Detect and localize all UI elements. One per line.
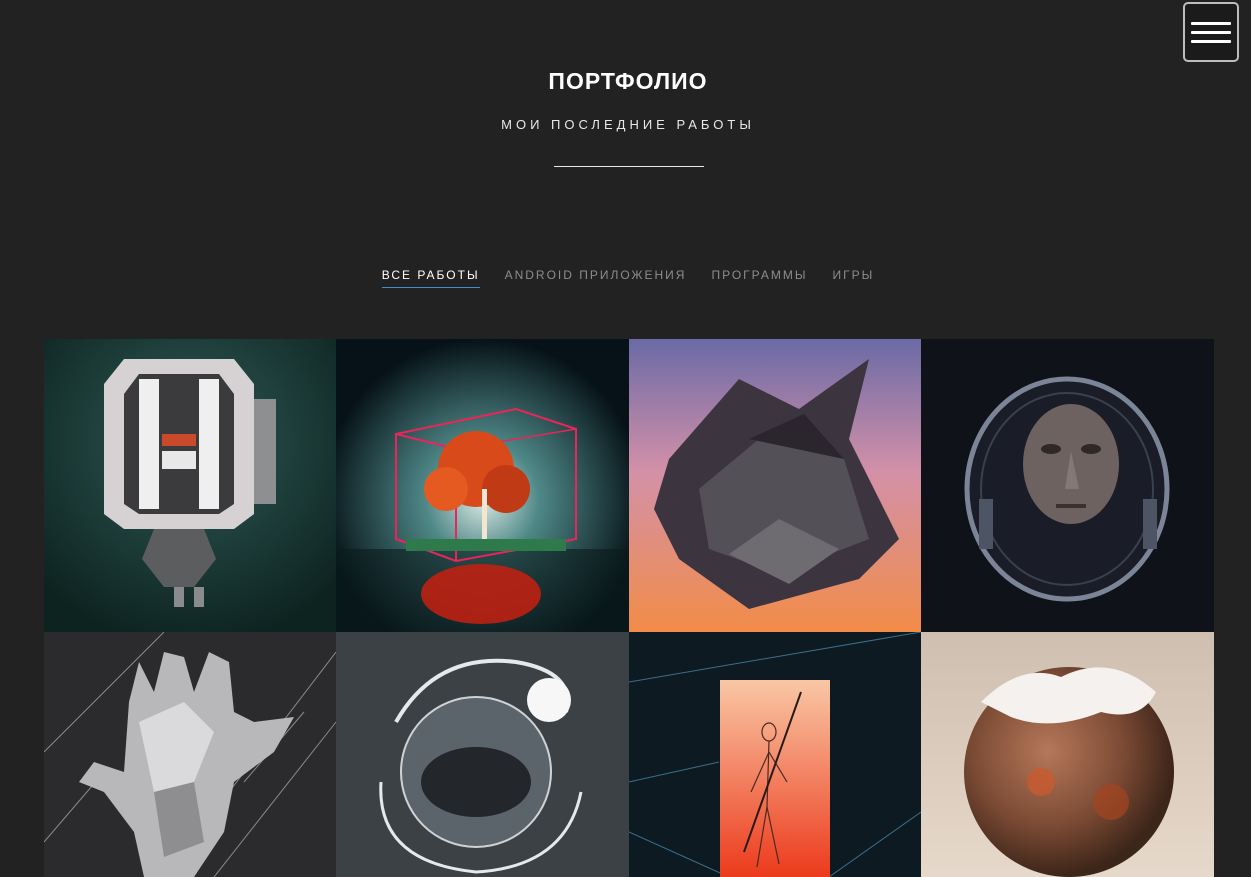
- portfolio-filters: ВСЕ РАБОТЫ ANDROID ПРИЛОЖЕНИЯ ПРОГРАММЫ …: [0, 268, 1251, 288]
- hamburger-menu-icon-line: [1191, 39, 1231, 43]
- hamburger-menu-icon-line: [1191, 21, 1231, 25]
- filter-android-apps[interactable]: ANDROID ПРИЛОЖЕНИЯ: [505, 268, 687, 288]
- portfolio-item-tree-cube[interactable]: [336, 339, 629, 632]
- title-divider: [554, 166, 704, 167]
- robot-head-image: [44, 339, 336, 632]
- portfolio-item-astronaut-face[interactable]: [921, 339, 1214, 632]
- page-subtitle: МОИ ПОСЛЕДНИЕ РАБОТЫ: [501, 117, 755, 132]
- low-poly-hand-image: [44, 632, 336, 877]
- portfolio-item-low-poly-hand[interactable]: [44, 632, 336, 877]
- portfolio-item-wireframe-figure[interactable]: [629, 632, 921, 877]
- tree-cube-image: [336, 339, 629, 632]
- menu-button[interactable]: [1183, 2, 1239, 62]
- portfolio-item-planet-ring[interactable]: [336, 632, 629, 877]
- filter-games[interactable]: ИГРЫ: [833, 268, 875, 288]
- cotton-sphere-image: [921, 632, 1214, 877]
- portfolio-item-cotton-sphere[interactable]: [921, 632, 1214, 877]
- filter-all-works[interactable]: ВСЕ РАБОТЫ: [381, 268, 480, 288]
- astronaut-face-image: [921, 339, 1214, 632]
- filter-programs[interactable]: ПРОГРАММЫ: [711, 268, 807, 288]
- portfolio-item-robot-head[interactable]: [44, 339, 336, 632]
- crystal-rock-image: [629, 339, 921, 632]
- hamburger-menu-icon-line: [1191, 30, 1231, 34]
- portfolio-item-crystal-rock[interactable]: [629, 339, 921, 632]
- portfolio-grid: [44, 339, 1214, 877]
- page-title: ПОРТФОЛИО: [548, 68, 708, 94]
- wireframe-figure-image: [629, 632, 921, 877]
- planet-ring-image: [336, 632, 629, 877]
